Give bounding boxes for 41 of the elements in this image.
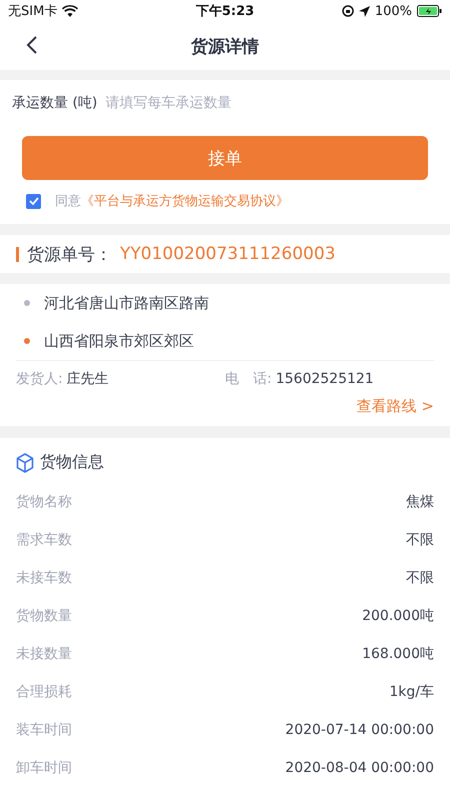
field-value: 168.000吨 [362, 645, 434, 663]
agreement-text: 同意《平台与承运方货物运输交易协议》 [55, 193, 289, 210]
shipper-name: 庄先生 [66, 370, 109, 388]
order-number: YY010020073111260003 [120, 244, 336, 264]
field-label: 装车时间 [16, 721, 72, 739]
battery-text: 100% [374, 4, 412, 18]
agree-checkbox[interactable] [26, 194, 41, 208]
location-arrow-icon [358, 6, 370, 16]
field-value: 焦煤 [406, 493, 434, 511]
wifi-icon [62, 5, 78, 17]
phone-number: 15602525121 [276, 371, 374, 387]
rotation-lock-icon [342, 5, 354, 17]
order-number-label: 货源单号： [27, 244, 112, 266]
carrier-text: 无SIM卡 [8, 3, 58, 20]
page-title: 货源详情 [191, 36, 259, 58]
section-title: 货物信息 [40, 452, 104, 473]
field-value: 不限 [406, 569, 434, 587]
field-value: 2020-08-04 00:00:00 [285, 760, 434, 776]
field-label: 货物数量 [16, 607, 72, 625]
address-text: 河北省唐山市路南区路南 [44, 294, 209, 312]
field-label: 需求车数 [16, 531, 72, 549]
clock-text: 下午5:23 [196, 3, 254, 20]
back-icon [26, 34, 38, 54]
agreement-link[interactable]: 《平台与承运方货物运输交易协议》 [81, 194, 289, 209]
battery-icon [417, 5, 442, 17]
field-value: 1kg/车 [389, 683, 434, 701]
box-icon [16, 452, 34, 472]
field-label: 合理损耗 [16, 683, 72, 701]
address-text: 山西省阳泉市郊区郊区 [44, 332, 194, 350]
accept-order-button[interactable]: 接单 [22, 136, 428, 180]
shipper-label: 发货人: [16, 370, 63, 388]
view-route-link[interactable]: 查看路线 > [0, 397, 450, 426]
field-label: 未接数量 [16, 645, 72, 663]
field-value: 2020-07-14 00:00:00 [285, 722, 434, 738]
field-value: 200.000吨 [362, 607, 434, 625]
field-label: 未接车数 [16, 569, 72, 587]
phone-label: 电 话: [225, 370, 272, 388]
field-label: 卸车时间 [16, 759, 72, 777]
quantity-label: 承运数量 (吨) [12, 94, 98, 112]
field-value: 不限 [406, 531, 434, 549]
field-label: 货物名称 [16, 493, 72, 511]
